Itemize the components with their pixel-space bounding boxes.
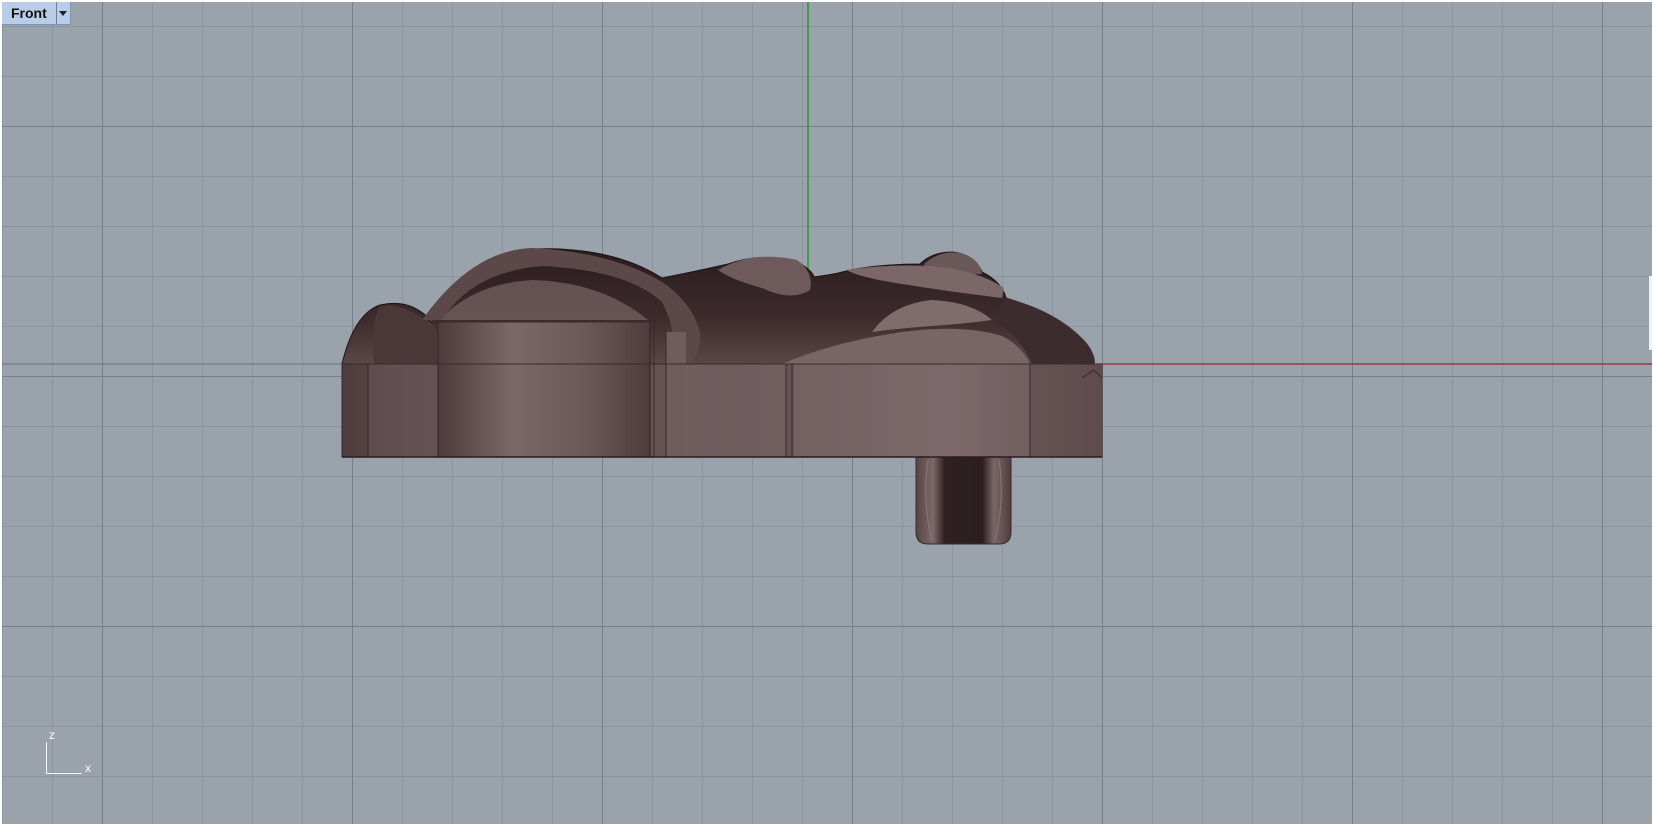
wheel-shape [915,453,1012,545]
z-axis-indicator [46,742,47,774]
viewport-menu-button[interactable] [55,2,70,24]
dropdown-triangle-icon [59,10,68,16]
front-viewport[interactable]: Front z x [2,2,1652,824]
x-axis-indicator [46,773,82,774]
viewport-scene[interactable] [2,2,1652,824]
viewport-title[interactable]: Front [2,2,56,24]
x-axis-label: x [85,761,91,775]
z-axis-label: z [49,728,55,742]
viewport-edge-handle[interactable] [1649,276,1652,350]
viewport-tab[interactable]: Front [2,2,71,25]
axis-orientation-widget: z x [42,728,112,792]
